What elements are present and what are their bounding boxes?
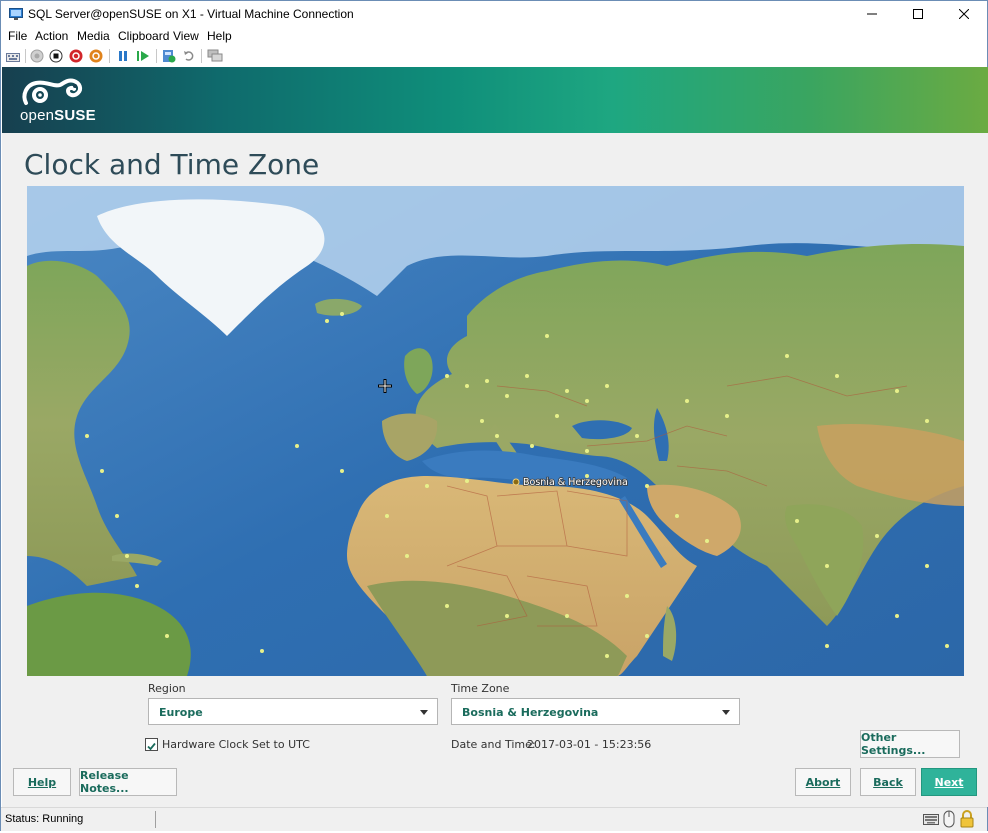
menu-help[interactable]: Help [207, 29, 232, 43]
help-button[interactable]: Help [13, 768, 71, 796]
help-label: Help [27, 775, 57, 789]
toolbar-separator [201, 49, 202, 63]
next-label: Next [934, 775, 964, 789]
vm-connection-window: SQL Server@openSUSE on X1 - Virtual Mach… [0, 0, 988, 831]
logo-text-open: open [20, 107, 55, 124]
vm-screen[interactable]: openSUSE Clock and Time Zone Bosnia & He… [2, 67, 988, 807]
chameleon-icon [22, 78, 83, 105]
close-button[interactable] [941, 1, 987, 27]
region-value: Europe [159, 706, 203, 719]
timezone-select[interactable]: Bosnia & Herzegovina [451, 698, 740, 725]
status-bar: Status: Running [1, 807, 987, 831]
other-settings-button[interactable]: Other Settings... [860, 730, 960, 758]
toolbar [1, 45, 987, 67]
release-notes-label: Release Notes... [80, 769, 129, 795]
page-title: Clock and Time Zone [24, 148, 320, 181]
selected-city-label: Bosnia & Herzegovina [523, 477, 628, 488]
minimize-button[interactable] [849, 1, 895, 27]
toolbar-separator [156, 49, 157, 63]
hardware-clock-checkbox[interactable] [145, 738, 158, 751]
date-time-value: 2017-03-01 - 15:23:56 [527, 738, 652, 751]
chevron-down-icon [722, 710, 730, 715]
back-button[interactable]: Back [860, 768, 916, 796]
menu-media[interactable]: Media [77, 29, 110, 43]
vm-connection-icon [9, 7, 23, 20]
save-state-icon[interactable] [88, 48, 104, 64]
shutdown-icon[interactable] [68, 48, 84, 64]
other-settings-label: Other Settings... [861, 731, 926, 757]
abort-button[interactable]: Abort [795, 768, 851, 796]
ctrl-alt-del-icon[interactable] [5, 48, 21, 64]
turn-off-icon[interactable] [48, 48, 64, 64]
title-bar: SQL Server@openSUSE on X1 - Virtual Mach… [1, 1, 987, 27]
region-label: Region [148, 682, 186, 695]
lock-icon [959, 810, 975, 833]
checkmark-icon [147, 742, 156, 751]
status-separator [155, 811, 156, 828]
timezone-label: Time Zone [451, 682, 510, 695]
back-label: Back [873, 775, 903, 789]
region-select[interactable]: Europe [148, 698, 438, 725]
menu-view[interactable]: View [173, 29, 199, 43]
menu-bar: File Action Media Clipboard View Help [1, 27, 987, 45]
window-title: SQL Server@openSUSE on X1 - Virtual Mach… [28, 7, 354, 21]
timezone-map[interactable]: Bosnia & Herzegovina [27, 186, 964, 676]
logo-text-suse: SUSE [54, 107, 96, 124]
maximize-button[interactable] [895, 1, 941, 27]
release-notes-button[interactable]: Release Notes... [79, 768, 177, 796]
opensuse-logo: openSUSE [20, 77, 96, 124]
menu-clipboard[interactable]: Clipboard [118, 29, 169, 43]
enhanced-session-icon[interactable] [207, 48, 223, 64]
opensuse-banner: openSUSE [2, 67, 988, 133]
timezone-value: Bosnia & Herzegovina [462, 706, 599, 719]
menu-file[interactable]: File [8, 29, 27, 43]
date-time-label: Date and Time: [451, 738, 536, 751]
start-icon[interactable] [29, 48, 45, 64]
checkpoint-icon[interactable] [161, 48, 177, 64]
mouse-icon [943, 810, 955, 833]
chevron-down-icon [420, 710, 428, 715]
next-button[interactable]: Next [921, 768, 977, 796]
selected-city-marker[interactable] [512, 478, 520, 486]
keyboard-icon [923, 812, 939, 831]
pause-icon[interactable] [115, 48, 131, 64]
toolbar-separator [109, 49, 110, 63]
revert-icon[interactable] [181, 48, 197, 64]
resume-icon[interactable] [135, 48, 151, 64]
hardware-clock-label[interactable]: Hardware Clock Set to UTC [162, 738, 310, 751]
menu-action[interactable]: Action [35, 29, 68, 43]
abort-label: Abort [805, 775, 841, 789]
status-text: Status: Running [5, 813, 84, 825]
toolbar-separator [25, 49, 26, 63]
